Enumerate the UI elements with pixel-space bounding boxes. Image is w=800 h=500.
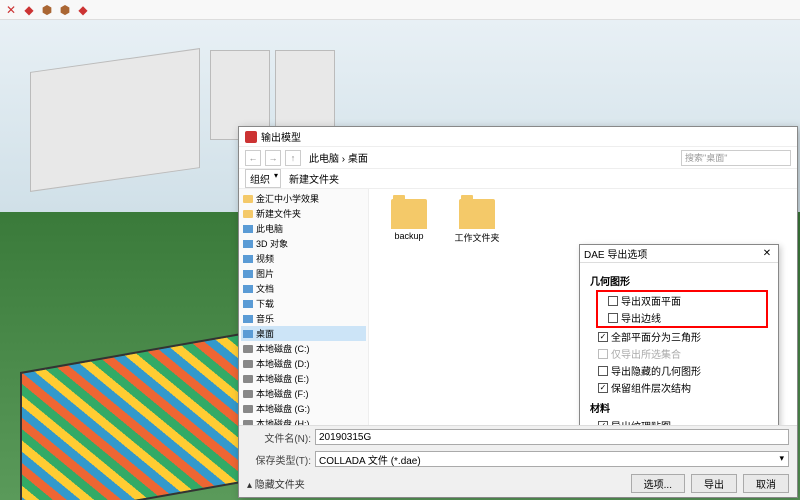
export-dialog: 输出模型 ← → ↑ 此电脑 › 桌面 搜索"桌面" 组织 新建文件夹 金汇中小… (238, 126, 798, 498)
drive-icon (243, 390, 253, 398)
nav-up-icon[interactable]: ↑ (285, 150, 301, 166)
folder-tree[interactable]: 金汇中小学效果新建文件夹此电脑3D 对象视频图片文档下载音乐桌面本地磁盘 (C:… (239, 189, 369, 425)
section-material: 材料 (590, 400, 768, 415)
drive-icon (243, 405, 253, 413)
newfolder-button[interactable]: 新建文件夹 (289, 171, 339, 186)
pc-icon (243, 330, 253, 338)
dialog-footer: 文件名(N): 保存类型(T): COLLADA 文件 (*.dae) ▴ 隐藏… (239, 425, 797, 497)
pc-icon (243, 270, 253, 278)
folder-item[interactable]: backup (379, 199, 439, 241)
filename-input[interactable] (315, 429, 789, 445)
export-titlebar: 输出模型 (239, 127, 797, 147)
file-pane[interactable]: backup 工作文件夹 DAE 导出选项 ✕ 几何图形 导出双面平面 导出边线 … (369, 189, 797, 425)
pc-icon (243, 255, 253, 263)
pc-icon (243, 315, 253, 323)
options-title: DAE 导出选项 (584, 246, 647, 261)
dae-options-dialog: DAE 导出选项 ✕ 几何图形 导出双面平面 导出边线 ✓全部平面分为三角形 仅… (579, 244, 779, 425)
filetype-label: 保存类型(T): (247, 452, 311, 467)
filetype-select[interactable]: COLLADA 文件 (*.dae) (315, 451, 789, 467)
filename-label: 文件名(N): (247, 430, 311, 445)
tool-icon-1[interactable]: ✕ (4, 3, 18, 17)
tree-node[interactable]: 本地磁盘 (C:) (241, 341, 366, 356)
tree-node[interactable]: 金汇中小学效果 (241, 191, 366, 206)
main-toolbar: ✕ ◆ ⬢ ⬢ ◆ (0, 0, 800, 20)
drive-icon (243, 360, 253, 368)
cancel-button[interactable]: 取消 (743, 474, 789, 493)
tool-icon-5[interactable]: ◆ (76, 3, 90, 17)
chk-triangulate[interactable]: ✓全部平面分为三角形 (590, 328, 768, 345)
building-model (30, 48, 200, 192)
chk-selection-only: 仅导出所选集合 (590, 345, 768, 362)
folder-icon (391, 199, 427, 229)
tree-node[interactable]: 新建文件夹 (241, 206, 366, 221)
pc-icon (243, 300, 253, 308)
tree-node[interactable]: 本地磁盘 (H:) (241, 416, 366, 425)
tree-node[interactable]: 图片 (241, 266, 366, 281)
tree-node[interactable]: 音乐 (241, 311, 366, 326)
tree-node[interactable]: 视频 (241, 251, 366, 266)
drive-icon (243, 345, 253, 353)
dialog-body: 金汇中小学效果新建文件夹此电脑3D 对象视频图片文档下载音乐桌面本地磁盘 (C:… (239, 189, 797, 425)
colorful-building (20, 328, 270, 500)
tree-node[interactable]: 本地磁盘 (D:) (241, 356, 366, 371)
folder-icon (459, 199, 495, 229)
nav-row: ← → ↑ 此电脑 › 桌面 搜索"桌面" (239, 147, 797, 169)
options-titlebar: DAE 导出选项 ✕ (580, 245, 778, 263)
pc-icon (243, 240, 253, 248)
organize-button[interactable]: 组织 (245, 169, 281, 188)
chk-hierarchy[interactable]: ✓保留组件层次结构 (590, 379, 768, 396)
tool-icon-4[interactable]: ⬢ (58, 3, 72, 17)
export-button[interactable]: 导出 (691, 474, 737, 493)
folder-icon (243, 195, 253, 203)
close-icon[interactable]: ✕ (760, 247, 774, 261)
tree-node[interactable]: 本地磁盘 (E:) (241, 371, 366, 386)
chk-export-edges[interactable]: 导出边线 (600, 309, 764, 326)
search-input[interactable]: 搜索"桌面" (681, 150, 791, 166)
tree-node[interactable]: 桌面 (241, 326, 366, 341)
folder-icon (243, 210, 253, 218)
folder-item[interactable]: 工作文件夹 (447, 199, 507, 244)
pc-icon (243, 225, 253, 233)
pc-icon (243, 285, 253, 293)
toolbar-row: 组织 新建文件夹 (239, 169, 797, 189)
export-title: 输出模型 (261, 129, 301, 144)
hide-folders-toggle[interactable]: ▴ 隐藏文件夹 (247, 476, 305, 491)
options-button[interactable]: 选项... (631, 474, 685, 493)
section-geometry: 几何图形 (590, 273, 768, 288)
tree-node[interactable]: 下载 (241, 296, 366, 311)
chk-textures[interactable]: ✓导出纹理贴图 (590, 417, 768, 425)
tree-node[interactable]: 本地磁盘 (F:) (241, 386, 366, 401)
folder-label: backup (394, 231, 423, 241)
tool-icon-3[interactable]: ⬢ (40, 3, 54, 17)
tree-node[interactable]: 文档 (241, 281, 366, 296)
drive-icon (243, 375, 253, 383)
nav-fwd-icon[interactable]: → (265, 150, 281, 166)
chk-hidden-geom[interactable]: 导出隐藏的几何图形 (590, 362, 768, 379)
tree-node[interactable]: 3D 对象 (241, 236, 366, 251)
tree-node[interactable]: 本地磁盘 (G:) (241, 401, 366, 416)
folder-label: 工作文件夹 (454, 231, 499, 244)
breadcrumb[interactable]: 此电脑 › 桌面 (305, 148, 677, 167)
nav-back-icon[interactable]: ← (245, 150, 261, 166)
highlighted-options: 导出双面平面 导出边线 (596, 290, 768, 328)
chk-double-faces[interactable]: 导出双面平面 (600, 292, 764, 309)
tree-node[interactable]: 此电脑 (241, 221, 366, 236)
tool-icon-2[interactable]: ◆ (22, 3, 36, 17)
app-icon (245, 131, 257, 143)
